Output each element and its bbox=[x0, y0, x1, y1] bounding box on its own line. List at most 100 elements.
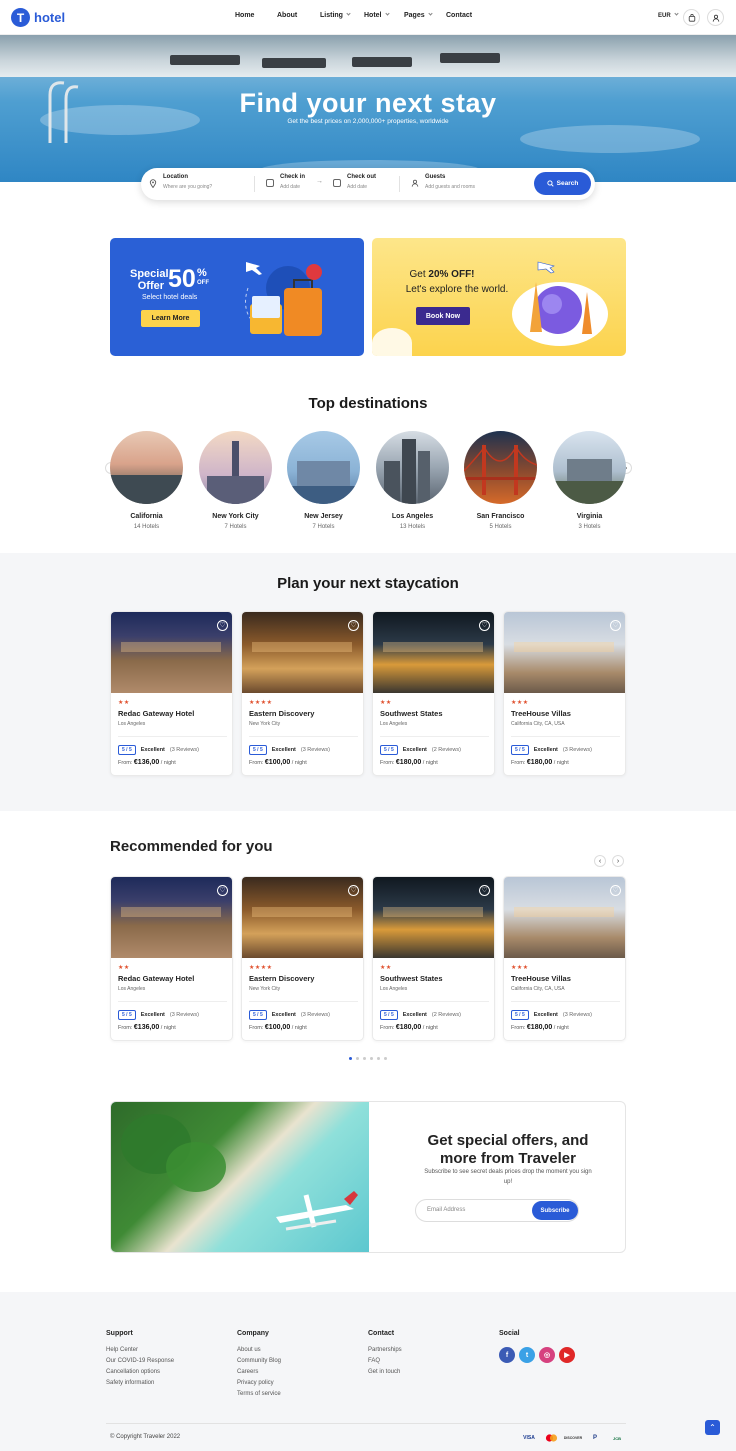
footer-link[interactable]: Partnerships bbox=[368, 1347, 402, 1353]
nav-hotel[interactable]: Hotel bbox=[364, 11, 390, 19]
destination-image bbox=[464, 431, 537, 504]
location-field[interactable]: Location Where are you going? bbox=[163, 174, 212, 190]
carousel-dot-active[interactable] bbox=[349, 1057, 352, 1060]
nav-pages[interactable]: Pages bbox=[404, 11, 433, 19]
price-line: From: €100,00 / night bbox=[249, 759, 307, 766]
footer-link[interactable]: Cancellation options bbox=[106, 1369, 174, 1375]
currency-selector[interactable]: EUR bbox=[658, 11, 679, 19]
light-strip bbox=[514, 907, 614, 917]
hotel-name[interactable]: Eastern Discovery bbox=[249, 974, 314, 983]
nav-contact[interactable]: Contact bbox=[446, 12, 472, 19]
heart-icon[interactable]: ♡ bbox=[348, 885, 359, 896]
nav-listing[interactable]: Listing bbox=[320, 11, 351, 19]
carousel-dot[interactable] bbox=[384, 1057, 387, 1060]
staycation-hotel-card[interactable]: ♡ ★★★ TreeHouse Villas California City, CA,… bbox=[503, 611, 626, 776]
youtube-icon[interactable]: ▶ bbox=[559, 1347, 575, 1363]
destination-card[interactable]: California 14 Hotels bbox=[110, 431, 183, 530]
back-to-top-button[interactable]: ⌃ bbox=[705, 1420, 720, 1435]
subscribe-button[interactable]: Subscribe bbox=[532, 1201, 578, 1220]
facebook-icon[interactable]: f bbox=[499, 1347, 515, 1363]
footer-link[interactable]: Help Center bbox=[106, 1347, 174, 1353]
carousel-dot[interactable] bbox=[370, 1057, 373, 1060]
skyline-shape bbox=[567, 459, 612, 481]
price-unit: / night bbox=[160, 760, 176, 766]
hotel-location: New York City bbox=[249, 986, 281, 992]
prev-recommended-button[interactable]: ‹ bbox=[594, 855, 606, 867]
price-value: €180,00 bbox=[395, 759, 422, 766]
destination-card[interactable]: New York City 7 Hotels bbox=[199, 431, 272, 530]
footer-link[interactable]: About us bbox=[237, 1347, 281, 1353]
hotel-location: Los Angeles bbox=[118, 721, 146, 727]
arrow-right-icon: → bbox=[316, 178, 323, 185]
skyscraper-shape bbox=[402, 439, 416, 504]
heart-icon[interactable]: ♡ bbox=[479, 885, 490, 896]
instagram-icon[interactable]: ◎ bbox=[539, 1347, 555, 1363]
hotel-name[interactable]: TreeHouse Villas bbox=[511, 974, 571, 983]
heart-icon[interactable]: ♡ bbox=[479, 620, 490, 631]
footer-link[interactable]: Careers bbox=[237, 1369, 281, 1375]
check-in-placeholder: Add date bbox=[280, 184, 301, 190]
carousel-dot[interactable] bbox=[363, 1057, 366, 1060]
destination-card[interactable]: Virginia 3 Hotels bbox=[553, 431, 626, 530]
hotel-name[interactable]: Eastern Discovery bbox=[249, 709, 314, 718]
footer-col-contact: Contact Partnerships FAQ Get in touch bbox=[368, 1330, 402, 1380]
heart-icon[interactable]: ♡ bbox=[610, 885, 621, 896]
review-summary: 5 / 5 Excellent (2 Reviews) bbox=[380, 1010, 461, 1020]
light-strip bbox=[383, 642, 483, 652]
footer-link[interactable]: Get in touch bbox=[368, 1369, 402, 1375]
price-unit: / night bbox=[160, 1025, 176, 1031]
footer-col-title: Contact bbox=[368, 1330, 395, 1337]
destination-card[interactable]: New Jersey 7 Hotels bbox=[287, 431, 360, 530]
hotel-name[interactable]: TreeHouse Villas bbox=[511, 709, 571, 718]
carousel-dot[interactable] bbox=[377, 1057, 380, 1060]
nav-about[interactable]: About bbox=[277, 12, 297, 19]
hotel-location: California City, CA, USA bbox=[511, 986, 565, 992]
recommended-hotel-card[interactable]: ♡ ★★ Redac Gateway Hotel Los Angeles 5 / 5 Ex… bbox=[110, 876, 233, 1041]
staycation-hotel-card[interactable]: ♡ ★★★★ Eastern Discovery New York City 5 / 5… bbox=[241, 611, 364, 776]
check-in-field[interactable]: Check in Add date bbox=[280, 174, 305, 190]
staycation-hotel-card[interactable]: ♡ ★★ Southwest States Los Angeles 5 / 5 Excel… bbox=[372, 611, 495, 776]
heart-icon[interactable]: ♡ bbox=[217, 620, 228, 631]
footer-link[interactable]: Terms of service bbox=[237, 1391, 281, 1397]
price-from: From: bbox=[249, 760, 264, 766]
guests-field[interactable]: Guests Add guests and rooms bbox=[425, 174, 475, 190]
price-from: From: bbox=[511, 760, 526, 766]
search-button[interactable]: Search bbox=[534, 172, 591, 195]
footer-link[interactable]: FAQ bbox=[368, 1358, 402, 1364]
twitter-icon[interactable]: t bbox=[519, 1347, 535, 1363]
heart-icon[interactable]: ♡ bbox=[348, 620, 359, 631]
carousel-dot[interactable] bbox=[356, 1057, 359, 1060]
check-out-field[interactable]: Check out Add date bbox=[347, 174, 376, 190]
recommended-hotel-card[interactable]: ♡ ★★★ TreeHouse Villas California City, CA,… bbox=[503, 876, 626, 1041]
learn-more-button[interactable]: Learn More bbox=[141, 310, 200, 327]
next-recommended-button[interactable]: › bbox=[612, 855, 624, 867]
hotel-name[interactable]: Southwest States bbox=[380, 974, 443, 983]
book-now-button[interactable]: Book Now bbox=[416, 307, 470, 325]
recommended-hotel-card[interactable]: ♡ ★★★★ Eastern Discovery New York City 5 / 5… bbox=[241, 876, 364, 1041]
footer-link[interactable]: Privacy policy bbox=[237, 1380, 281, 1386]
hotel-image: ♡ bbox=[373, 877, 494, 958]
cart-button[interactable] bbox=[683, 9, 700, 26]
nav-home[interactable]: Home bbox=[235, 12, 254, 19]
hotel-name[interactable]: Southwest States bbox=[380, 709, 443, 718]
card-divider bbox=[380, 736, 489, 737]
hotel-name[interactable]: Redac Gateway Hotel bbox=[118, 709, 194, 718]
heart-icon[interactable]: ♡ bbox=[217, 885, 228, 896]
recommended-hotel-card[interactable]: ♡ ★★ Southwest States Los Angeles 5 / 5 Excel… bbox=[372, 876, 495, 1041]
account-button[interactable] bbox=[707, 9, 724, 26]
hotel-location: New York City bbox=[249, 721, 281, 727]
light-strip bbox=[514, 642, 614, 652]
hotel-name[interactable]: Redac Gateway Hotel bbox=[118, 974, 194, 983]
staycation-hotel-card[interactable]: ♡ ★★ Redac Gateway Hotel Los Angeles 5 / 5 Ex… bbox=[110, 611, 233, 776]
score-badge: 5 / 5 bbox=[380, 1010, 398, 1020]
pool-deck-image bbox=[0, 35, 736, 77]
destination-card[interactable]: San Francisco 5 Hotels bbox=[464, 431, 537, 530]
footer-link[interactable]: Safety information bbox=[106, 1380, 174, 1386]
footer-link[interactable]: Our COVID-19 Response bbox=[106, 1358, 174, 1364]
destination-count: 14 Hotels bbox=[133, 524, 160, 530]
footer-link[interactable]: Community Blog bbox=[237, 1358, 281, 1364]
score-badge: 5 / 5 bbox=[511, 1010, 529, 1020]
price-value: €180,00 bbox=[526, 759, 553, 766]
heart-icon[interactable]: ♡ bbox=[610, 620, 621, 631]
destination-card[interactable]: Los Angeles 13 Hotels bbox=[376, 431, 449, 530]
